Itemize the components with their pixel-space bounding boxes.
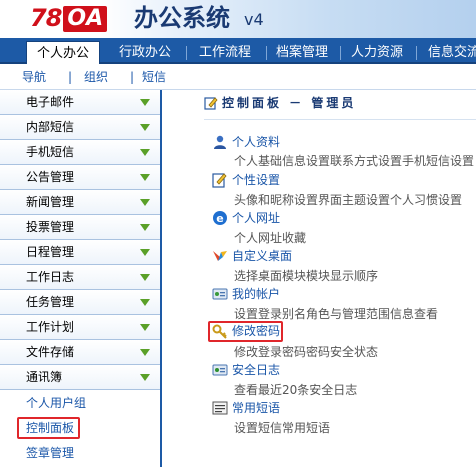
app-version: v4 [244, 10, 264, 29]
entry-preferences[interactable]: 个性设置 [232, 172, 280, 188]
desktop-icon [213, 251, 227, 261]
edit-icon [212, 173, 227, 188]
entry-my-account-desc: 设置登录别名角色与管理范围信息查看 [234, 307, 439, 321]
sidebar-item-mobile-sms[interactable]: 手机短信 [0, 140, 160, 165]
expand-arrow-icon [140, 249, 150, 256]
panel-edit-icon [204, 97, 218, 110]
entry-common-phrases[interactable]: 常用短语 [232, 400, 280, 416]
tab-separator [416, 46, 417, 60]
entry-change-password[interactable]: 修改密码 [232, 323, 280, 339]
sidebar-item-news[interactable]: 新闻管理 [0, 190, 160, 215]
sidebar-link-signature[interactable]: 签章管理 [0, 441, 160, 466]
entry-bookmarks-desc: 个人网址收藏 [234, 231, 307, 245]
app-logo: 78 OA [30, 4, 108, 32]
phrases-icon [212, 401, 228, 415]
app-title: 办公系统 [134, 4, 230, 32]
entry-profile[interactable]: 个人资料 [232, 134, 280, 150]
sub-nav: 导航 | 组织 | 短信 [0, 64, 476, 90]
entry-bookmarks[interactable]: 个人网址 [232, 210, 280, 226]
sidebar-item-label: 新闻管理 [26, 195, 75, 209]
sidebar-item-email[interactable]: 电子邮件 [0, 90, 160, 115]
expand-arrow-icon [140, 374, 150, 381]
expand-arrow-icon [140, 349, 150, 356]
subnav-organization[interactable]: 组织 [84, 69, 108, 85]
tab-personal-office[interactable]: 个人办公 [26, 41, 100, 66]
sidebar-item-label: 工作计划 [26, 320, 75, 334]
entry-profile-desc: 个人基础信息设置联系方式设置手机短信设置 [234, 154, 475, 168]
entry-security-log[interactable]: 安全日志 [232, 362, 280, 378]
entry-security-log-desc: 查看最近20条安全日志 [234, 383, 358, 397]
sidebar-item-internal-msg[interactable]: 内部短信 [0, 115, 160, 140]
security-log-icon [212, 364, 228, 376]
sidebar-item-tasks[interactable]: 任务管理 [0, 290, 160, 315]
expand-arrow-icon [140, 99, 150, 106]
title-divider [204, 119, 476, 120]
expand-arrow-icon [140, 149, 150, 156]
expand-arrow-icon [140, 299, 150, 306]
app-header: 78 OA 办公系统 v4 [0, 0, 476, 38]
tab-separator [266, 46, 267, 60]
expand-arrow-icon [140, 124, 150, 131]
svg-text:e: e [216, 212, 223, 225]
sidebar-item-label: 电子邮件 [26, 95, 75, 109]
control-panel-content: 控制面板 － 管理员 个人资料 个人基础信息设置联系方式设置手机短信设置 个性设… [164, 90, 476, 467]
logo-number: 78 [30, 4, 62, 32]
sidebar-item-label: 内部短信 [26, 120, 75, 134]
account-icon [212, 288, 228, 300]
sidebar-item-address-book[interactable]: 通讯簿 [0, 365, 160, 390]
sidebar-item-work-plan[interactable]: 工作计划 [0, 315, 160, 340]
sidebar-item-votes[interactable]: 投票管理 [0, 215, 160, 240]
sidebar-item-label: 手机短信 [26, 145, 75, 159]
subnav-sms[interactable]: 短信 [142, 69, 166, 85]
entry-my-account[interactable]: 我的帐户 [232, 286, 280, 302]
user-icon [214, 135, 226, 149]
tab-separator [340, 46, 341, 60]
entry-preferences-desc: 头像和昵称设置界面主题设置个人习惯设置 [234, 193, 463, 207]
sidebar-item-file-storage[interactable]: 文件存储 [0, 340, 160, 365]
key-icon [212, 324, 227, 339]
expand-arrow-icon [140, 224, 150, 231]
tab-info-exchange[interactable]: 信息交流 [428, 41, 476, 64]
expand-arrow-icon [140, 324, 150, 331]
main-nav: 个人办公 行政办公 工作流程 档案管理 人力资源 信息交流 [0, 38, 476, 66]
sidebar-link-user-groups[interactable]: 个人用户组 [0, 391, 160, 416]
tab-admin-office[interactable]: 行政办公 [110, 41, 180, 64]
entry-change-password-desc: 修改登录密码密码安全状态 [234, 345, 379, 359]
sidebar: 电子邮件 内部短信 手机短信 公告管理 新闻管理 投票管理 日程管理 工作日志 … [0, 90, 162, 467]
page-title: 控制面板 － 管理员 [222, 96, 357, 110]
sidebar-item-work-log[interactable]: 工作日志 [0, 265, 160, 290]
expand-arrow-icon [140, 274, 150, 281]
sidebar-item-announcements[interactable]: 公告管理 [0, 165, 160, 190]
ie-browser-icon: e [213, 211, 227, 225]
expand-arrow-icon [140, 174, 150, 181]
tab-hr[interactable]: 人力资源 [344, 41, 410, 64]
sidebar-item-label: 通讯簿 [26, 370, 63, 384]
tab-workflow[interactable]: 工作流程 [190, 41, 260, 64]
entry-common-phrases-desc: 设置短信常用短语 [234, 421, 331, 435]
subnav-separator: | [130, 70, 135, 84]
sidebar-link-control-panel[interactable]: 控制面板 [0, 416, 160, 441]
sidebar-item-schedule[interactable]: 日程管理 [0, 240, 160, 265]
tab-archive[interactable]: 档案管理 [270, 41, 334, 64]
sidebar-item-label: 文件存储 [26, 345, 75, 359]
tab-separator [186, 46, 187, 60]
logo-oa-badge: OA [63, 6, 108, 32]
sidebar-item-label: 日程管理 [26, 245, 75, 259]
entry-custom-desktop[interactable]: 自定义桌面 [232, 248, 292, 264]
sidebar-item-label: 公告管理 [26, 170, 75, 184]
entry-custom-desktop-desc: 选择桌面模块模块显示顺序 [234, 269, 379, 283]
sidebar-item-label: 任务管理 [26, 295, 75, 309]
subnav-navigation[interactable]: 导航 [22, 69, 46, 85]
subnav-separator: | [68, 70, 73, 84]
expand-arrow-icon [140, 199, 150, 206]
sidebar-item-label: 投票管理 [26, 220, 75, 234]
sidebar-item-label: 工作日志 [26, 270, 75, 284]
